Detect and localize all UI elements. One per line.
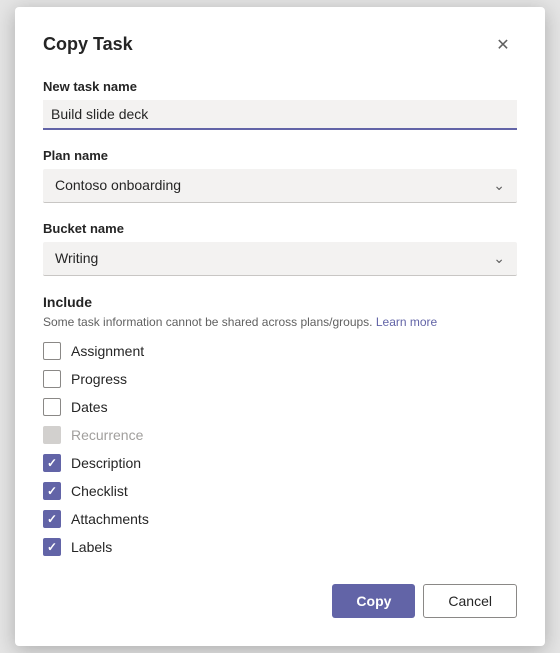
cancel-button[interactable]: Cancel (423, 584, 517, 618)
task-name-field-group: New task name (43, 79, 517, 130)
checkbox-assignment[interactable] (43, 342, 61, 360)
bucket-name-value: Writing (55, 250, 98, 266)
checkbox-recurrence (43, 426, 61, 444)
checkbox-label-recurrence: Recurrence (71, 427, 143, 443)
include-label: Include (43, 294, 517, 310)
copy-task-dialog: Copy Task ✕ New task name Plan name Cont… (15, 7, 545, 647)
checkbox-item-labels[interactable]: ✓ Labels (43, 538, 517, 556)
checkbox-label-progress: Progress (71, 371, 127, 387)
checkbox-item-checklist[interactable]: ✓ Checklist (43, 482, 517, 500)
plan-name-select[interactable]: Contoso onboarding ⌄ (43, 169, 517, 203)
bucket-name-label: Bucket name (43, 221, 517, 236)
checkbox-label-labels: Labels (71, 539, 112, 555)
checkmark-attachments: ✓ (47, 513, 57, 525)
checkmark-description: ✓ (47, 457, 57, 469)
checkmark-checklist: ✓ (47, 485, 57, 497)
checkmark-labels: ✓ (47, 541, 57, 553)
checkbox-list: Assignment Progress Dates Recurrence ✓ (43, 342, 517, 556)
checkbox-dates[interactable] (43, 398, 61, 416)
dialog-overlay: Copy Task ✕ New task name Plan name Cont… (0, 0, 560, 653)
plan-name-value: Contoso onboarding (55, 177, 181, 193)
checkbox-attachments[interactable]: ✓ (43, 510, 61, 528)
checkbox-label-description: Description (71, 455, 141, 471)
checkbox-labels[interactable]: ✓ (43, 538, 61, 556)
checkbox-item-assignment[interactable]: Assignment (43, 342, 517, 360)
checkbox-label-attachments: Attachments (71, 511, 149, 527)
plan-name-field-group: Plan name Contoso onboarding ⌄ (43, 148, 517, 203)
checkbox-checklist[interactable]: ✓ (43, 482, 61, 500)
bucket-name-chevron-icon: ⌄ (493, 250, 505, 267)
bucket-name-field-group: Bucket name Writing ⌄ (43, 221, 517, 276)
checkbox-item-progress[interactable]: Progress (43, 370, 517, 388)
dialog-title: Copy Task (43, 34, 133, 55)
dialog-header: Copy Task ✕ (43, 31, 517, 59)
checkbox-label-assignment: Assignment (71, 343, 144, 359)
plan-name-label: Plan name (43, 148, 517, 163)
dialog-footer: Copy Cancel (43, 584, 517, 618)
checkbox-label-checklist: Checklist (71, 483, 128, 499)
copy-button[interactable]: Copy (332, 584, 415, 618)
close-button[interactable]: ✕ (489, 31, 517, 59)
task-name-label: New task name (43, 79, 517, 94)
task-name-input[interactable] (43, 100, 517, 130)
checkbox-item-description[interactable]: ✓ Description (43, 454, 517, 472)
checkbox-item-recurrence: Recurrence (43, 426, 517, 444)
checkbox-description[interactable]: ✓ (43, 454, 61, 472)
checkbox-item-attachments[interactable]: ✓ Attachments (43, 510, 517, 528)
include-note: Some task information cannot be shared a… (43, 314, 517, 331)
plan-name-chevron-icon: ⌄ (493, 177, 505, 194)
learn-more-link[interactable]: Learn more (376, 315, 437, 329)
include-section: Include Some task information cannot be … (43, 294, 517, 557)
checkbox-item-dates[interactable]: Dates (43, 398, 517, 416)
bucket-name-select[interactable]: Writing ⌄ (43, 242, 517, 276)
checkbox-label-dates: Dates (71, 399, 108, 415)
checkbox-progress[interactable] (43, 370, 61, 388)
